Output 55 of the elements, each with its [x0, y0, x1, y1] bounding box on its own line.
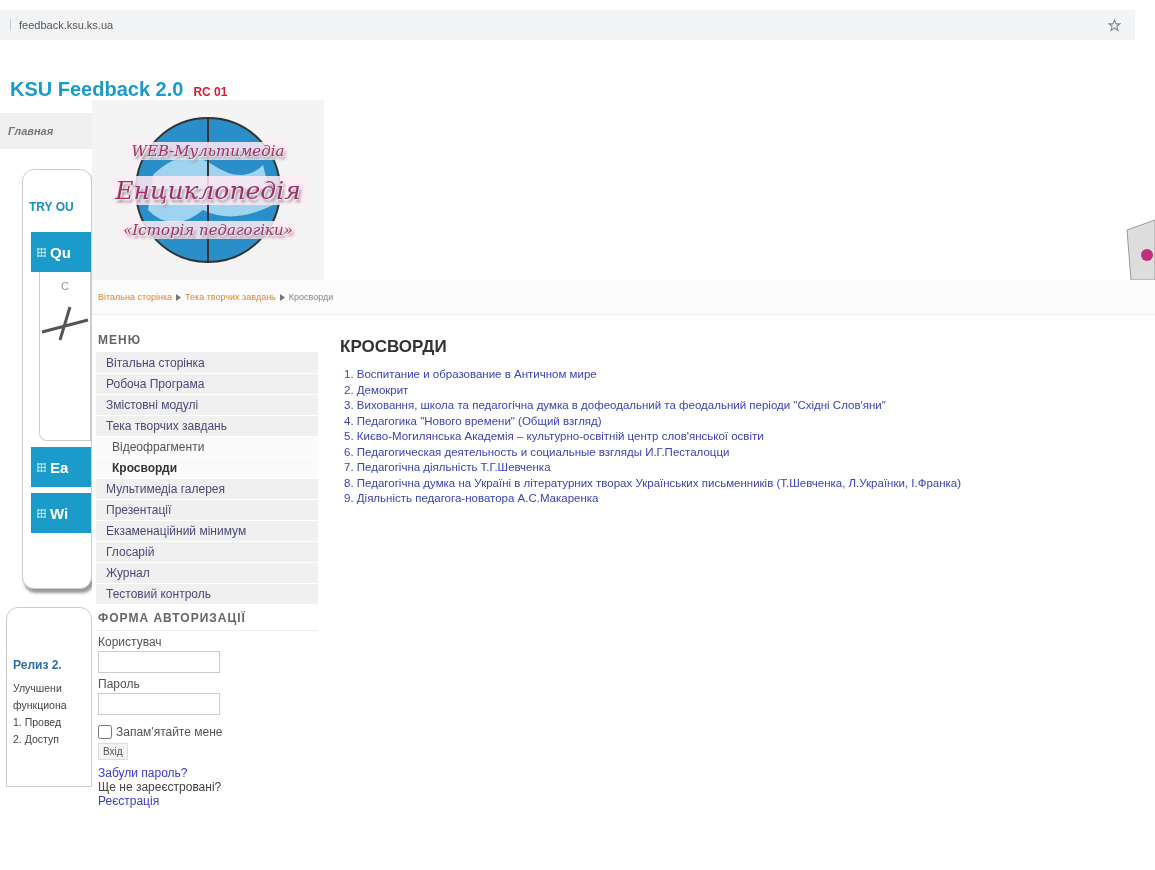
- crossword-link[interactable]: 6. Педагогическая деятельность и социальные взгляды И.Г.Песталоцци: [344, 444, 1155, 460]
- logo-text: Енциклопедія: [111, 175, 305, 205]
- address-bar[interactable]: feedback.ksu.ks.ua: [0, 10, 1135, 40]
- page-heading: КРОСВОРДИ: [340, 337, 448, 357]
- menu-item[interactable]: Презентації: [96, 500, 318, 520]
- grid-icon: [37, 247, 46, 257]
- menu-item[interactable]: Вітальна сторінка: [96, 353, 318, 373]
- crossword-link[interactable]: 1. Воспитание и образование в Античном мире: [344, 367, 1155, 383]
- crossword-link[interactable]: 2. Демокрит: [344, 382, 1155, 398]
- menu-item[interactable]: Відеофрагменти: [96, 437, 318, 457]
- breadcrumb-link[interactable]: Кросворди: [288, 292, 334, 302]
- arrow-icon: [176, 293, 182, 301]
- grid-icon: [37, 508, 46, 518]
- grid-icon: [37, 462, 46, 472]
- forgot-link[interactable]: Забули пароль?: [98, 766, 318, 780]
- register-link[interactable]: Реєстрація: [98, 794, 318, 808]
- panel-text: C: [61, 280, 69, 292]
- star-icon[interactable]: [1108, 18, 1121, 32]
- card-heading: TRY OU: [29, 200, 75, 214]
- release-text: Улучшени: [13, 681, 63, 696]
- url-text: feedback.ksu.ks.ua: [10, 19, 1098, 31]
- form-heading: ФОРМА АВТОРИЗАЦІЇ: [96, 605, 318, 631]
- release-text: функциона: [13, 698, 68, 713]
- crossword-link[interactable]: 9. Діяльність педагога-новатора А.С.Макаренка: [344, 491, 1155, 507]
- checkbox-label: Запам'ятайте мене: [116, 725, 223, 739]
- menu-item[interactable]: Мультимедіа галерея: [96, 479, 318, 499]
- crossword-link[interactable]: 3. Виховання, школа та педагогічна думка в дофеодальний та феодальний періоди "Східні Слов'яни": [344, 398, 1155, 414]
- logo-text: «Історія педагогіки»: [119, 220, 297, 239]
- checkbox[interactable]: [98, 725, 112, 739]
- field-label: Користувач: [98, 635, 163, 649]
- menu-item[interactable]: Тестовий контроль: [96, 584, 318, 604]
- release-label: RC 01: [193, 85, 228, 99]
- register-prompt: Ще не зареєстровані?: [98, 780, 223, 794]
- crossword-link[interactable]: 5. Києво-Могилянська Академія – культурно-освітній центр слов'янської освіти: [344, 429, 1155, 445]
- field-label: Пароль: [98, 677, 141, 691]
- menu-item[interactable]: Змістовні модулі: [96, 395, 318, 415]
- release-text: 2. Доступ: [13, 732, 60, 747]
- logo-text: WEB-Мультимедіа: [127, 141, 289, 160]
- menu-item[interactable]: Глосарій: [96, 542, 318, 562]
- release-text: 1. Провед: [13, 715, 63, 730]
- menu-item[interactable]: Журнал: [96, 563, 318, 583]
- menu-item[interactable]: Кросворди: [96, 458, 318, 478]
- input-field[interactable]: [98, 693, 220, 715]
- menu-item[interactable]: Екзаменаційний мінимум: [96, 521, 318, 541]
- site-title: KSU Feedback 2.0: [10, 78, 184, 101]
- input-field[interactable]: [98, 651, 220, 673]
- menu-item[interactable]: Робоча Програма: [96, 374, 318, 394]
- crossword-link[interactable]: 8. Педагогічна думка на Україні в літературних творах Українських письменників (Т.Шевченка, Л.Українки, І.Франка): [344, 475, 1155, 491]
- login-button[interactable]: Вхід: [98, 743, 128, 760]
- arrow-icon: [279, 293, 285, 301]
- release-title: Релиз 2.: [13, 658, 63, 672]
- crossword-link[interactable]: 7. Педагогічна діяльність Т.Г.Шевченка: [344, 460, 1155, 476]
- menu-item[interactable]: Тека творчих завдань: [96, 416, 318, 436]
- crossword-link[interactable]: 4. Педагогика "Нового времени" (Общий взгляд): [344, 413, 1155, 429]
- nav-link[interactable]: Главная: [8, 125, 54, 137]
